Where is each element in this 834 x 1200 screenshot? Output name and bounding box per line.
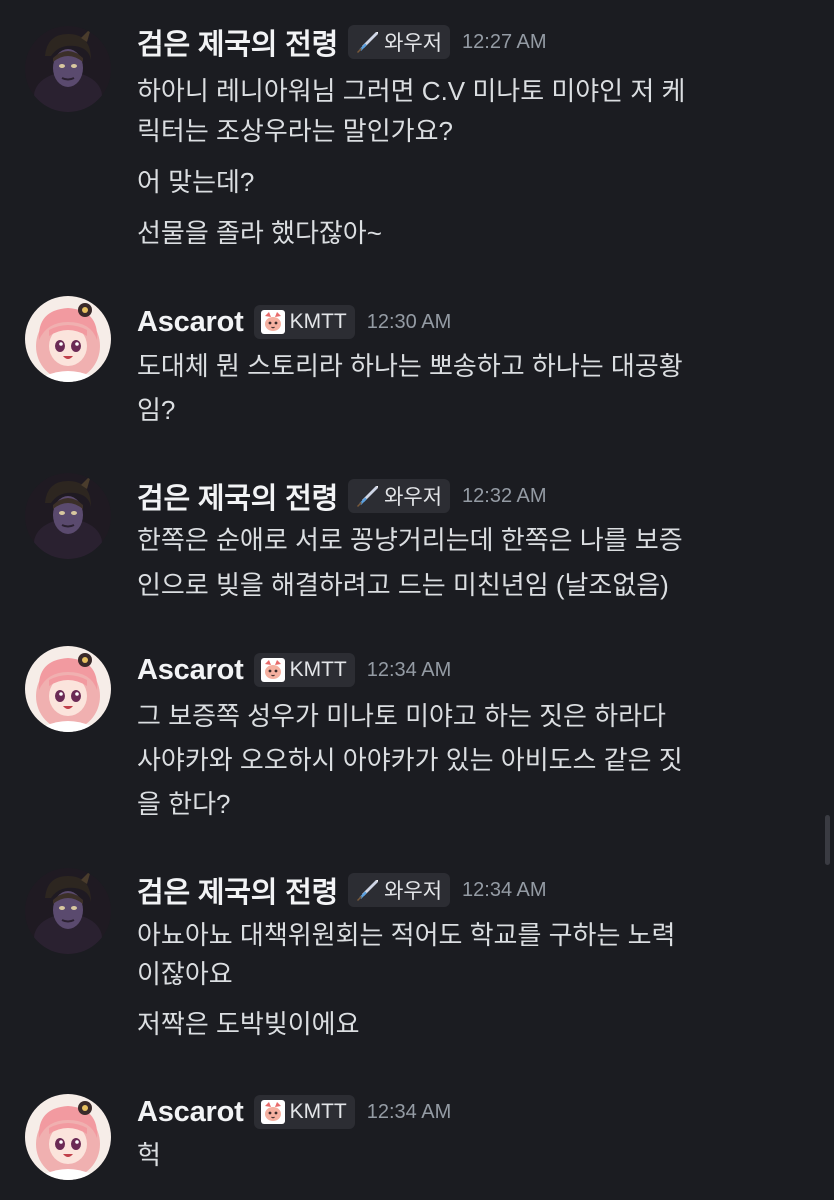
cat-face-icon [260, 657, 286, 683]
username[interactable]: 검은 제국의 전령 [137, 475, 338, 517]
username[interactable]: Ascarot [137, 654, 244, 687]
message-text: 도대체 뭔 스토리라 하나는 뽀송하고 하나는 대공황 [137, 351, 683, 381]
scrollbar[interactable] [825, 815, 830, 865]
user-tag[interactable]: KMTT [253, 653, 355, 687]
cat-face-icon [260, 309, 286, 335]
message-header: 검은 제국의 전령 와우저 12:27 AM [137, 22, 547, 62]
timestamp: 12:32 AM [462, 484, 547, 507]
message-text: 사야카와 오오하시 아야카가 있는 아비도스 같은 짓 [137, 745, 683, 775]
sword-icon [354, 29, 380, 55]
message-text: 그 보증쪽 성우가 미나토 미야고 하는 짓은 하라다 [137, 701, 666, 731]
message-text: 임? [137, 395, 176, 425]
message-text: 인으로 빚을 해결하려고 드는 미친년임 (날조없음) [137, 570, 669, 600]
avatar[interactable] [25, 296, 111, 382]
sword-icon [354, 483, 380, 509]
timestamp: 12:34 AM [366, 658, 452, 681]
message-text: 릭터는 조상우라는 말인가요? [137, 116, 453, 146]
username[interactable]: Ascarot [137, 1096, 244, 1129]
message-header: 검은 제국의 전령 와우저 12:32 AM [137, 476, 547, 516]
message-text: 헉 [137, 1140, 161, 1170]
message-header: Ascarot KMTT 12:34 AM [137, 650, 451, 690]
user-tag-label: KMTT [289, 1100, 347, 1123]
message-text: 하아니 레니아워님 그러면 C.V 미나토 미야인 저 케 [137, 76, 686, 106]
message-text: 어 맞는데? [137, 167, 255, 197]
avatar[interactable] [25, 1094, 111, 1180]
user-tag-label: 와우저 [384, 880, 443, 903]
user-tag[interactable]: KMTT [253, 305, 355, 339]
cat-face-icon [260, 1099, 286, 1125]
message-text: 아뇨아뇨 대책위원회는 적어도 학교를 구하는 노력 [137, 920, 676, 950]
user-tag[interactable]: KMTT [253, 1095, 355, 1129]
message-header: Ascarot KMTT 12:34 AM [137, 1092, 451, 1132]
timestamp: 12:34 AM [462, 878, 547, 901]
avatar[interactable] [25, 868, 111, 954]
message-text: 선물을 졸라 했다잖아~ [137, 218, 382, 248]
message-text: 저짝은 도박빚이에요 [137, 1009, 360, 1039]
user-tag-label: 와우저 [384, 32, 443, 55]
message-text: 이잖아요 [137, 959, 233, 989]
sword-icon [354, 877, 380, 903]
user-tag-label: KMTT [289, 658, 347, 681]
message-header: Ascarot KMTT 12:30 AM [137, 302, 451, 342]
timestamp: 12:30 AM [366, 310, 452, 333]
message-header: 검은 제국의 전령 와우저 12:34 AM [137, 870, 547, 910]
username[interactable]: 검은 제국의 전령 [137, 21, 338, 63]
timestamp: 12:27 AM [462, 30, 547, 53]
timestamp: 12:34 AM [366, 1100, 452, 1123]
chat-message-list: 검은 제국의 전령 와우저 12:27 AM 하아니 레니아워님 그러면 C.V… [0, 0, 834, 1200]
message-text: 을 한다? [137, 789, 231, 819]
message-text: 한쪽은 순애로 서로 꽁냥거리는데 한쪽은 나를 보증 [137, 525, 683, 555]
user-tag-label: KMTT [289, 310, 347, 333]
username[interactable]: 검은 제국의 전령 [137, 869, 338, 911]
user-tag[interactable]: 와우저 [348, 873, 451, 907]
user-tag[interactable]: 와우저 [348, 479, 451, 513]
avatar[interactable] [25, 646, 111, 732]
avatar[interactable] [25, 473, 111, 559]
avatar[interactable] [25, 26, 111, 112]
user-tag-label: 와우저 [384, 486, 443, 509]
user-tag[interactable]: 와우저 [348, 25, 451, 59]
username[interactable]: Ascarot [137, 306, 244, 339]
